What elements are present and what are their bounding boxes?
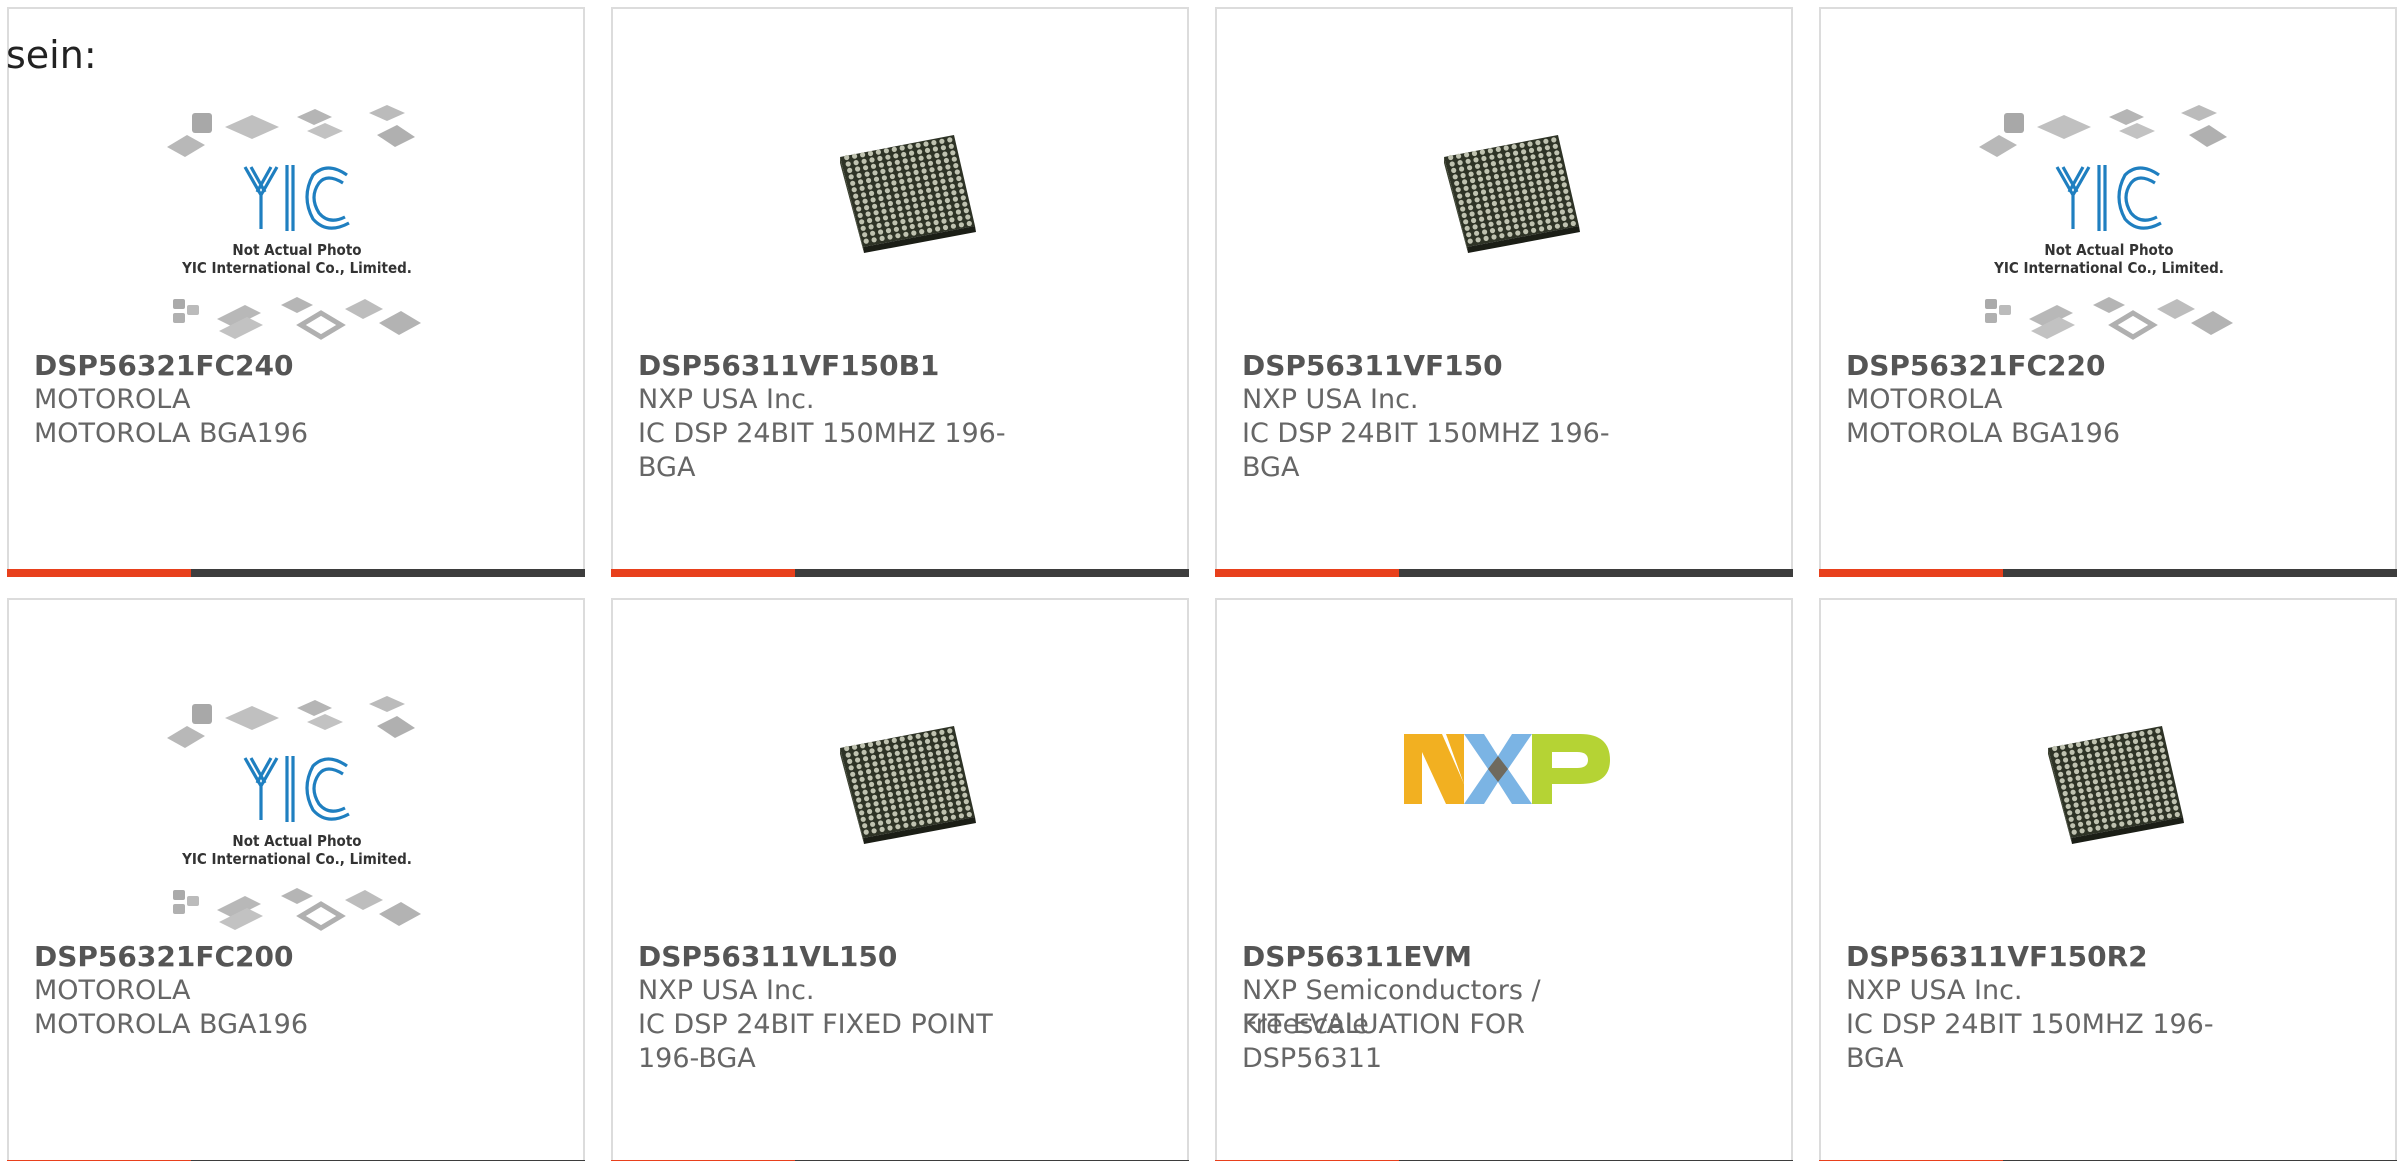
product-card[interactable]: DSP56311VF150B1 NXP USA Inc. IC DSP 24BI…: [611, 7, 1189, 577]
description: IC DSP 24BIT 150MHZ 196-BGA: [1242, 418, 1610, 483]
page: sein: Not Actual Photo YIC International…: [0, 0, 2400, 1161]
product-card[interactable]: Not Actual Photo YIC International Co., …: [7, 598, 585, 1161]
part-number[interactable]: DSP56311EVM: [1242, 940, 1472, 974]
manufacturer: NXP USA Inc.: [1242, 384, 1419, 415]
svg-text:YIC International Co., Limited: YIC International Co., Limited.: [1993, 259, 2224, 277]
product-image: Not Actual Photo YIC International Co., …: [9, 600, 583, 940]
description: KIT EVALUATION FOR DSP56311: [1242, 1009, 1525, 1074]
product-image: [1217, 9, 1791, 349]
part-number[interactable]: DSP56311VF150B1: [638, 349, 939, 383]
card-accent-bar: [611, 569, 795, 577]
product-card[interactable]: DSP56311VL150 NXP USA Inc. IC DSP 24BIT …: [611, 598, 1189, 1161]
description: IC DSP 24BIT FIXED POINT 196-BGA: [638, 1009, 993, 1074]
product-card[interactable]: DSP56311VF150 NXP USA Inc. IC DSP 24BIT …: [1215, 7, 1793, 577]
manufacturer: NXP USA Inc.: [1846, 975, 2023, 1006]
product-card[interactable]: DSP56311EVM NXP Semiconductors / Freesca…: [1215, 598, 1793, 1161]
svg-text:YIC International Co., Limited: YIC International Co., Limited.: [181, 850, 412, 868]
card-bottom-bar: [611, 569, 1189, 577]
part-number[interactable]: DSP56311VF150R2: [1846, 940, 2148, 974]
manufacturer: NXP USA Inc.: [638, 384, 815, 415]
product-image: [613, 9, 1187, 349]
bga-chip-icon: [1444, 135, 1580, 253]
description: MOTOROLA BGA196: [34, 1009, 308, 1040]
card-accent-bar: [1215, 569, 1399, 577]
bga-chip-icon: [840, 135, 976, 253]
nxp-logo-icon: [1404, 734, 1610, 804]
description: IC DSP 24BIT 150MHZ 196-BGA: [638, 418, 1006, 483]
product-image: [613, 600, 1187, 940]
bga-chip-icon: [2048, 726, 2184, 844]
svg-text:Not Actual Photo: Not Actual Photo: [2044, 241, 2173, 259]
manufacturer: MOTOROLA: [34, 384, 191, 415]
bga-chip-icon: [840, 726, 976, 844]
part-number[interactable]: DSP56311VL150: [638, 940, 897, 974]
card-bottom-bar: [1215, 569, 1793, 577]
product-grid: Not Actual Photo YIC International Co., …: [0, 0, 2400, 1161]
part-number[interactable]: DSP56321FC200: [34, 940, 293, 974]
yic-placeholder-icon: Not Actual Photo YIC International Co., …: [167, 105, 421, 340]
part-number[interactable]: DSP56321FC220: [1846, 349, 2105, 383]
svg-text:Not Actual Photo: Not Actual Photo: [232, 832, 361, 850]
manufacturer: MOTOROLA: [34, 975, 191, 1006]
product-card[interactable]: Not Actual Photo YIC International Co., …: [1819, 7, 2397, 577]
yic-placeholder-icon: Not Actual Photo YIC International Co., …: [167, 696, 421, 931]
product-image: [1217, 600, 1791, 940]
product-card[interactable]: Not Actual Photo YIC International Co., …: [7, 7, 585, 577]
manufacturer: MOTOROLA: [1846, 384, 2003, 415]
description: IC DSP 24BIT 150MHZ 196-BGA: [1846, 1009, 2214, 1074]
card-accent-bar: [1819, 569, 2003, 577]
part-number[interactable]: DSP56311VF150: [1242, 349, 1503, 383]
product-image: Not Actual Photo YIC International Co., …: [1821, 9, 2395, 349]
product-image: [1821, 600, 2395, 940]
description: MOTOROLA BGA196: [1846, 418, 2120, 449]
svg-text:YIC International Co., Limited: YIC International Co., Limited.: [181, 259, 412, 277]
card-bottom-bar: [7, 569, 585, 577]
description: MOTOROLA BGA196: [34, 418, 308, 449]
card-accent-bar: [7, 569, 191, 577]
card-bottom-bar: [1819, 569, 2397, 577]
manufacturer: NXP USA Inc.: [638, 975, 815, 1006]
part-number[interactable]: DSP56321FC240: [34, 349, 293, 383]
intro-text: sein:: [6, 33, 97, 77]
product-card[interactable]: DSP56311VF150R2 NXP USA Inc. IC DSP 24BI…: [1819, 598, 2397, 1161]
yic-placeholder-icon: Not Actual Photo YIC International Co., …: [1979, 105, 2233, 340]
svg-text:Not Actual Photo: Not Actual Photo: [232, 241, 361, 259]
